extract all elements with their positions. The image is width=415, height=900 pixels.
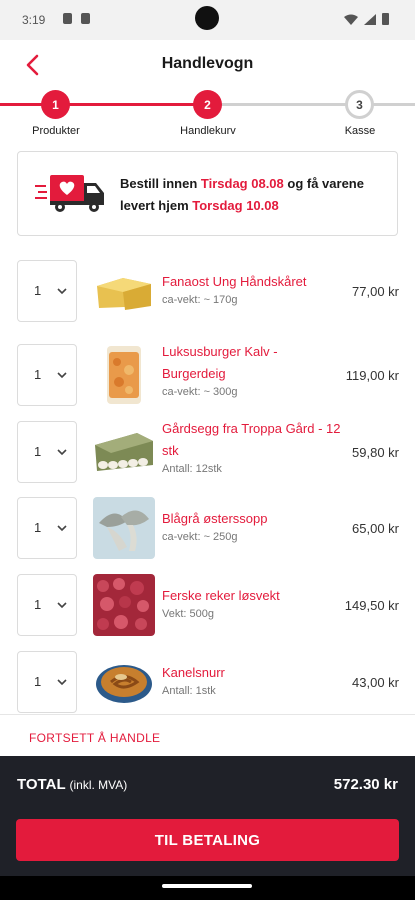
step-2-circle[interactable]: 2 [193,90,222,119]
quantity-select[interactable]: 1 [17,260,77,322]
delivery-truck-heart-icon [35,175,104,212]
order-deadline: Tirsdag 08.08 [200,176,284,191]
quantity-select[interactable]: 1 [17,651,77,713]
system-icons [344,13,389,25]
item-weight: ca-vekt: ~ 170g [162,294,238,306]
item-info: Gårdsegg fra Troppa Gård - 12 stk Antall… [162,418,342,476]
item-name[interactable]: Blågrå østerssopp [162,508,342,530]
delivery-text-part: Bestill innen [120,176,201,191]
quantity-select[interactable]: 1 [17,421,77,483]
item-name[interactable]: Luksusburger Kalv - Burgerdeig [162,341,342,385]
cart-item: 1 Luksusburger Kalv - Burgerdeig ca-vekt… [0,337,415,414]
page-title: Handlevogn [161,55,254,72]
item-quantity-info: Antall: 12stk [162,463,222,475]
item-info: Kanelsnurr Antall: 1stk [162,662,342,698]
item-info: Ferske reker løsvekt Vekt: 500g [162,585,342,621]
item-weight: ca-vekt: ~ 300g [162,386,238,398]
divider [0,714,415,715]
cart-item: 1 Gårdsegg fra Troppa Gård - 12 stk Anta… [0,414,415,491]
item-weight: Vekt: 500g [162,608,214,620]
quantity-value: 1 [34,367,42,382]
step-1-label: Produkter [32,125,80,137]
product-image-shrimp[interactable] [93,574,155,636]
signal-icon [364,14,376,25]
chevron-down-icon [57,679,67,686]
delivery-date: Torsdag 10.08 [192,198,279,213]
battery-icon [382,13,389,25]
shield-icon [63,13,72,24]
step-1-circle[interactable]: 1 [41,90,70,119]
status-bar: 3:19 [0,0,415,40]
app-notification-icon [81,13,90,24]
item-name[interactable]: Ferske reker løsvekt [162,585,342,607]
item-weight: ca-vekt: ~ 250g [162,531,238,543]
total-label-text: TOTAL [17,776,66,793]
product-image-cheese[interactable] [93,260,155,322]
cart-item: 1 Blågrå østerssopp ca-vekt: ~ 250g 65,0… [0,490,415,567]
notification-icons [63,13,90,24]
item-info: Blågrå østerssopp ca-vekt: ~ 250g [162,508,342,544]
checkout-button[interactable]: TIL BETALING [16,819,399,861]
cart-item: 1 Fanaost Ung Håndskåret ca-vekt: ~ 170g… [0,253,415,330]
chevron-down-icon [57,372,67,379]
app-header: Handlevogn [0,40,415,90]
chevron-down-icon [57,449,67,456]
item-price: 65,00 kr [352,521,399,536]
total-value: 572.30 kr [333,776,398,793]
wifi-icon [344,14,358,25]
quantity-select[interactable]: 1 [17,497,77,559]
quantity-value: 1 [34,674,42,689]
item-info: Luksusburger Kalv - Burgerdeig ca-vekt: … [162,341,342,399]
product-image-burger-meat[interactable] [93,344,155,406]
chevron-down-icon [57,288,67,295]
continue-shopping-link[interactable]: FORTSETT Å HANDLE [29,731,160,745]
quantity-select[interactable]: 1 [17,344,77,406]
home-indicator[interactable] [162,884,252,888]
step-3-label: Kasse [344,125,376,137]
item-price: 77,00 kr [352,284,399,299]
camera-cutout [195,6,219,30]
item-price: 59,80 kr [352,445,399,460]
product-image-mushrooms[interactable] [93,497,155,559]
step-remaining-line [208,103,415,106]
product-image-eggs[interactable] [93,421,155,483]
system-navigation-bar [0,876,415,900]
chevron-down-icon [57,525,67,532]
item-name[interactable]: Fanaost Ung Håndskåret [162,271,342,293]
item-name[interactable]: Gårdsegg fra Troppa Gård - 12 stk [162,418,342,462]
checkout-stepper: 1 Produkter 2 Handlekurv 3 Kasse [0,88,415,140]
quantity-value: 1 [34,444,42,459]
total-vat-note: (inkl. MVA) [69,778,128,792]
item-info: Fanaost Ung Håndskåret ca-vekt: ~ 170g [162,271,342,307]
step-3-circle[interactable]: 3 [345,90,374,119]
total-label: TOTAL (inkl. MVA) [17,776,127,793]
quantity-value: 1 [34,520,42,535]
status-time: 3:19 [22,13,46,27]
cart-item: 1 Kanelsnurr Antall: 1stk 43,00 kr [0,644,415,721]
cart-item: 1 Ferske reker løsvekt Vekt: 500g 149,50… [0,567,415,644]
item-price: 119,00 kr [345,368,399,383]
item-price: 43,00 kr [352,675,399,690]
item-name[interactable]: Kanelsnurr [162,662,342,684]
item-price: 149,50 kr [344,598,399,613]
delivery-message: Bestill innen Tirsdag 08.08 og få varene… [120,173,390,217]
quantity-value: 1 [34,597,42,612]
step-2-label: Handlekurv [180,125,236,137]
step-progress-line [0,103,208,106]
product-image-cinnamon-bun[interactable] [93,651,155,713]
item-quantity-info: Antall: 1stk [162,685,216,697]
delivery-info-box: Bestill innen Tirsdag 08.08 og få varene… [17,151,398,236]
chevron-down-icon [57,602,67,609]
quantity-value: 1 [34,283,42,298]
quantity-select[interactable]: 1 [17,574,77,636]
